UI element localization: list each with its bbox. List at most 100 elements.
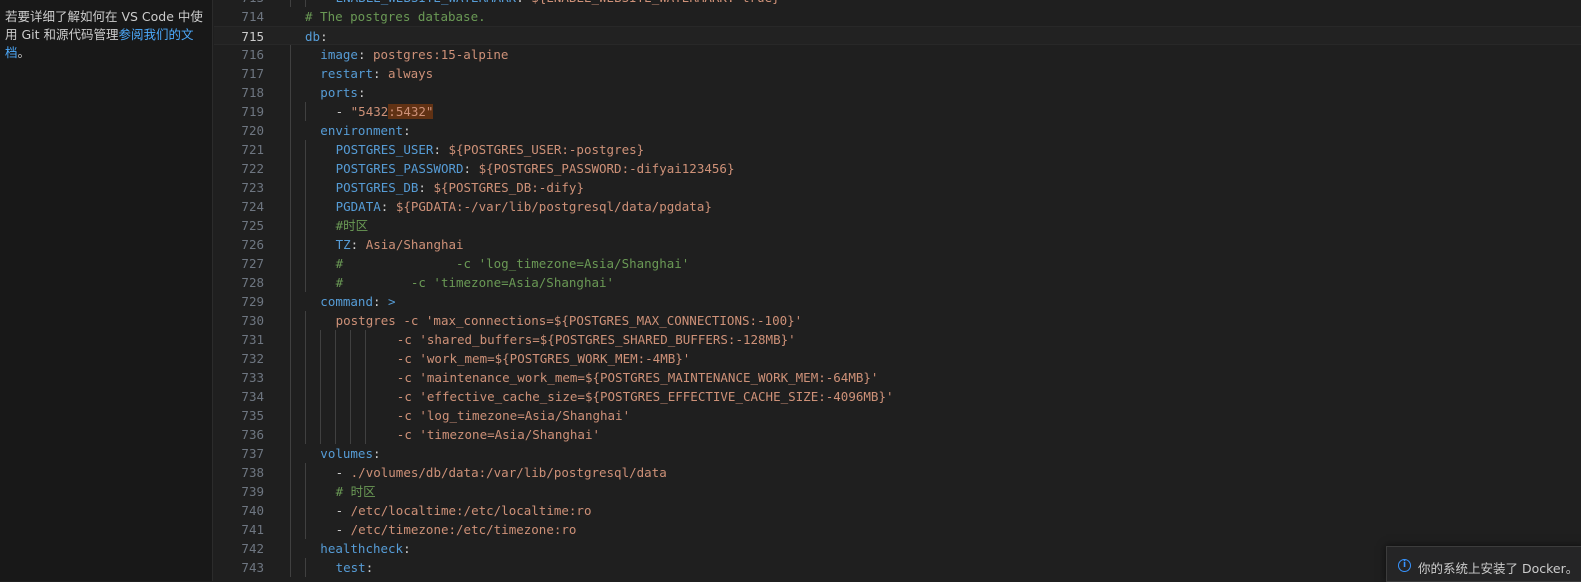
code-line[interactable]: 716 image: postgres:15-alpine xyxy=(214,45,1581,64)
code-line[interactable]: 721 POSTGRES_USER: ${POSTGRES_USER:-postg… xyxy=(214,140,1581,159)
code-line[interactable]: 741 - /etc/timezone:/etc/timezone:ro xyxy=(214,520,1581,539)
code-token: -c 'maintenance_work_mem=${POSTGRES_MAIN… xyxy=(396,370,879,385)
code-line[interactable]: 738 - ./volumes/db/data:/var/lib/postgres… xyxy=(214,463,1581,482)
code-token: : xyxy=(403,123,411,138)
indent-guide xyxy=(305,102,306,121)
code-line[interactable]: 723 POSTGRES_DB: ${POSTGRES_DB:-dify} xyxy=(214,178,1581,197)
code-token: -c 'shared_buffers=${POSTGRES_SHARED_BUF… xyxy=(396,332,796,347)
code-line[interactable]: 714 # The postgres database. xyxy=(214,7,1581,26)
code-line[interactable]: 731 -c 'shared_buffers=${POSTGRES_SHARED_… xyxy=(214,330,1581,349)
code-line[interactable]: 734 -c 'effective_cache_size=${POSTGRES_E… xyxy=(214,387,1581,406)
scm-help-text: 若要详细了解如何在 VS Code 中使用 Git 和源代码管理参阅我们的文档。 xyxy=(5,8,205,62)
code-line[interactable]: 725 #时区 xyxy=(214,216,1581,235)
code-token: PGDATA xyxy=(335,199,381,214)
indent-guide xyxy=(320,425,321,444)
code-token: POSTGRES_PASSWORD xyxy=(335,161,464,176)
indent-guide xyxy=(335,406,336,425)
code-line[interactable]: 726 TZ: Asia/Shanghai xyxy=(214,235,1581,254)
indent-guide xyxy=(290,102,291,121)
code-text: command: > xyxy=(320,292,395,311)
indent-guide xyxy=(290,273,291,292)
line-number: 725 xyxy=(241,218,264,233)
code-line[interactable]: 733 -c 'maintenance_work_mem=${POSTGRES_M… xyxy=(214,368,1581,387)
indent-guide xyxy=(290,254,291,273)
code-text: postgres -c 'max_connections=${POSTGRES_… xyxy=(336,311,803,330)
code-token: - xyxy=(335,503,351,518)
line-number: 713 xyxy=(214,0,264,7)
code-line[interactable]: 736 -c 'timezone=Asia/Shanghai' xyxy=(214,425,1581,444)
indent-guide xyxy=(290,159,291,178)
indent-guide xyxy=(365,387,366,406)
code-token: : xyxy=(516,0,531,5)
code-line[interactable]: 715 db: xyxy=(214,26,1581,45)
line-number: 741 xyxy=(241,522,264,537)
code-line[interactable]: 739 # 时区 xyxy=(214,482,1581,501)
line-number: 730 xyxy=(241,313,264,328)
indent-guide xyxy=(290,292,291,311)
code-line[interactable]: 713 ENABLE_WEBSITE_WATERMARK: ${ENABLE_WE… xyxy=(214,0,1581,7)
code-token: -c 'log_timezone=Asia/Shanghai' xyxy=(396,408,631,423)
code-line[interactable]: 717 restart: always xyxy=(214,64,1581,83)
code-token: always xyxy=(388,66,434,81)
indent-guide xyxy=(335,349,336,368)
code-token: : xyxy=(433,142,449,157)
indent-guide xyxy=(365,406,366,425)
code-line[interactable]: 724 PGDATA: ${PGDATA:-/var/lib/postgresql… xyxy=(214,197,1581,216)
indent-guide xyxy=(335,368,336,387)
code-line[interactable]: 740 - /etc/localtime:/etc/localtime:ro xyxy=(214,501,1581,520)
indent-guide xyxy=(305,558,306,577)
indent-guide xyxy=(290,368,291,387)
indent-guide xyxy=(365,368,366,387)
line-number: 715 xyxy=(241,29,264,44)
line-number: 729 xyxy=(241,294,264,309)
line-number: 726 xyxy=(241,237,264,252)
indent-guide xyxy=(350,330,351,349)
code-line[interactable]: 743 test: xyxy=(214,558,1581,577)
line-number: 728 xyxy=(241,275,264,290)
code-line[interactable]: 729 command: > xyxy=(214,292,1581,311)
code-text: -c 'shared_buffers=${POSTGRES_SHARED_BUF… xyxy=(397,330,796,349)
indent-guide xyxy=(320,368,321,387)
line-number: 721 xyxy=(241,142,264,157)
code-token: restart xyxy=(320,66,373,81)
code-editor[interactable]: 713 ENABLE_WEBSITE_WATERMARK: ${ENABLE_WE… xyxy=(214,0,1581,581)
indent-guide xyxy=(290,64,291,83)
code-text: -c 'effective_cache_size=${POSTGRES_EFFE… xyxy=(397,387,894,406)
code-line[interactable]: 732 -c 'work_mem=${POSTGRES_WORK_MEM:-4MB… xyxy=(214,349,1581,368)
code-token: POSTGRES_DB xyxy=(335,180,419,195)
code-text: -c 'log_timezone=Asia/Shanghai' xyxy=(397,406,630,425)
code-text: POSTGRES_USER: ${POSTGRES_USER:-postgres… xyxy=(336,140,645,159)
code-line[interactable]: 719 - "5432:5432" xyxy=(214,102,1581,121)
indent-guide xyxy=(305,140,306,159)
code-line[interactable]: 728 # -c 'timezone=Asia/Shanghai' xyxy=(214,273,1581,292)
indent-guide xyxy=(290,83,291,102)
indent-guide xyxy=(290,558,291,577)
indent-guide xyxy=(305,368,306,387)
code-text: PGDATA: ${PGDATA:-/var/lib/postgresql/da… xyxy=(336,197,712,216)
code-text: healthcheck: xyxy=(320,539,410,558)
indent-guide xyxy=(290,406,291,425)
code-line[interactable]: 718 ports: xyxy=(214,83,1581,102)
code-token: -c 'effective_cache_size=${POSTGRES_EFFE… xyxy=(396,389,894,404)
indent-guide xyxy=(290,463,291,482)
indent-guide xyxy=(290,349,291,368)
code-token: ./volumes/db/data:/var/lib/postgresql/da… xyxy=(350,465,667,480)
code-line[interactable]: 742 healthcheck: xyxy=(214,539,1581,558)
code-line[interactable]: 735 -c 'log_timezone=Asia/Shanghai' xyxy=(214,406,1581,425)
docker-notification[interactable]: i 你的系统上安装了 Docker。 xyxy=(1386,546,1581,582)
code-text: volumes: xyxy=(320,444,380,463)
code-token: ${POSTGRES_USER:-postgres} xyxy=(448,142,645,157)
code-line[interactable]: 720 environment: xyxy=(214,121,1581,140)
code-line[interactable]: 727 # -c 'log_timezone=Asia/Shanghai' xyxy=(214,254,1581,273)
code-text: - "5432:5432" xyxy=(336,102,434,121)
code-token: # The postgres database. xyxy=(305,9,486,24)
code-token: ports xyxy=(320,85,358,100)
code-line[interactable]: 722 POSTGRES_PASSWORD: ${POSTGRES_PASSWOR… xyxy=(214,159,1581,178)
indent-guide xyxy=(305,463,306,482)
code-line[interactable]: 730 postgres -c 'max_connections=${POSTGR… xyxy=(214,311,1581,330)
code-line[interactable]: 737 volumes: xyxy=(214,444,1581,463)
indent-guide xyxy=(290,216,291,235)
indent-guide xyxy=(290,45,291,64)
code-lines[interactable]: 713 ENABLE_WEBSITE_WATERMARK: ${ENABLE_WE… xyxy=(214,0,1581,577)
code-token: Asia/Shanghai xyxy=(365,237,464,252)
